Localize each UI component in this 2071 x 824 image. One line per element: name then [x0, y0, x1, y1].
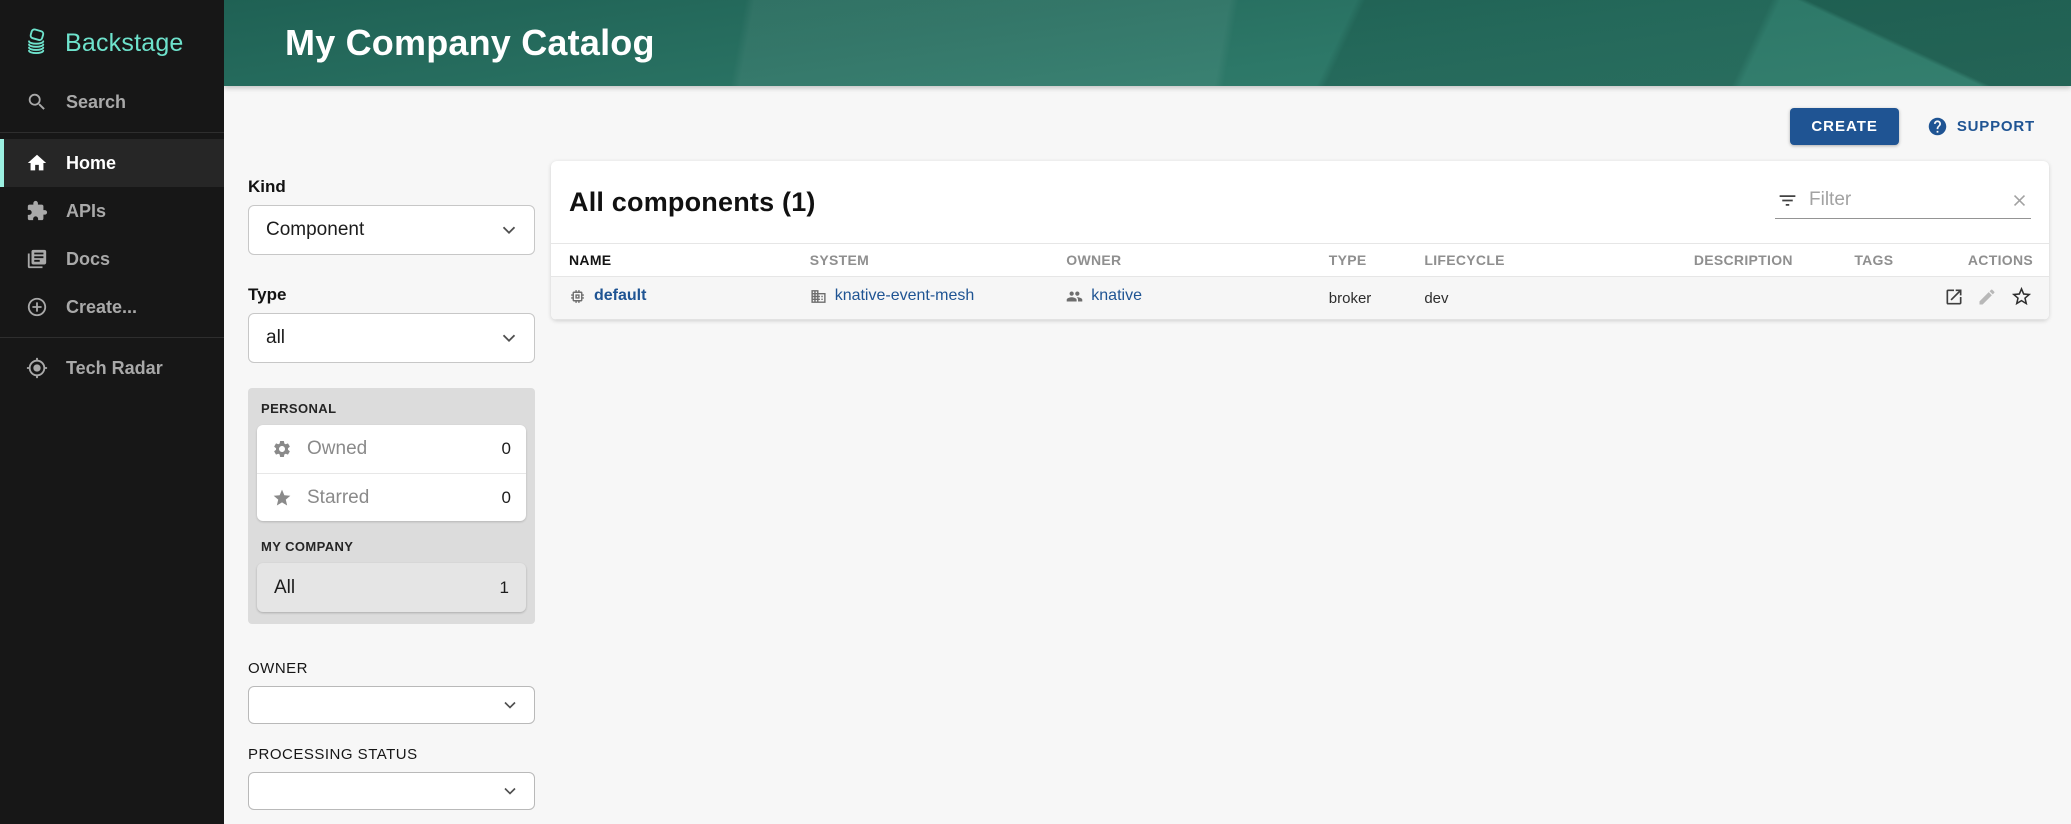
- filter-list-icon: [1777, 190, 1798, 211]
- backstage-logo[interactable]: Backstage: [0, 0, 224, 78]
- system-link-text: knative-event-mesh: [835, 287, 975, 305]
- open-in-new-icon[interactable]: [1944, 287, 1964, 307]
- type-cell: broker: [1329, 277, 1425, 320]
- sidebar-divider: [0, 132, 224, 133]
- sidebar-item-label: Home: [66, 153, 116, 174]
- help-icon: [1927, 116, 1948, 137]
- processing-status-label: PROCESSING STATUS: [248, 746, 535, 763]
- toolbar: CREATE SUPPORT: [1790, 108, 2035, 145]
- page-header: My Company Catalog: [224, 0, 2071, 86]
- star-icon: [272, 488, 292, 508]
- kind-select[interactable]: Component: [248, 205, 535, 255]
- sidebar-item-label: APIs: [66, 201, 106, 222]
- all-label: All: [274, 577, 295, 599]
- sidebar-item-label: Docs: [66, 249, 110, 270]
- company-section-title: MY COMPANY: [261, 539, 526, 554]
- sidebar-item-home[interactable]: Home: [0, 139, 224, 187]
- filters-panel: Kind Component Type all PERSONAL Owned 0: [248, 177, 535, 810]
- support-label: SUPPORT: [1957, 118, 2035, 135]
- owner-select[interactable]: [248, 686, 535, 724]
- owner-link[interactable]: knative: [1066, 287, 1142, 305]
- components-table: NAME SYSTEM OWNER TYPE LIFECYCLE DESCRIP…: [551, 243, 2049, 320]
- table-filter-field: [1775, 185, 2031, 219]
- table-title: All components (1): [569, 187, 816, 218]
- table-header-row: NAME SYSTEM OWNER TYPE LIFECYCLE DESCRIP…: [551, 244, 2049, 277]
- owner-label: OWNER: [248, 660, 535, 677]
- personal-section-title: PERSONAL: [261, 401, 526, 416]
- add-circle-icon: [26, 296, 48, 318]
- column-header-description[interactable]: DESCRIPTION: [1694, 244, 1855, 277]
- chevron-down-icon: [500, 781, 520, 801]
- sidebar-item-label: Create...: [66, 297, 137, 318]
- docs-icon: [26, 248, 48, 270]
- owned-label: Owned: [307, 438, 367, 460]
- column-header-system[interactable]: SYSTEM: [810, 244, 1067, 277]
- table-header-bar: All components (1): [551, 161, 2049, 243]
- column-header-name[interactable]: NAME: [551, 244, 810, 277]
- owned-count: 0: [502, 439, 511, 459]
- row-actions: [1944, 285, 2033, 308]
- system-link[interactable]: knative-event-mesh: [810, 287, 975, 305]
- home-icon: [26, 152, 48, 174]
- chevron-down-icon: [498, 219, 520, 241]
- component-icon: [569, 288, 586, 305]
- sidebar-item-docs[interactable]: Docs: [0, 235, 224, 283]
- table-filter-input[interactable]: [1809, 189, 1999, 211]
- chevron-down-icon: [498, 327, 520, 349]
- sidebar-item-create[interactable]: Create...: [0, 283, 224, 331]
- description-cell: [1694, 277, 1855, 320]
- owned-filter[interactable]: Owned 0: [257, 425, 526, 473]
- sidebar-item-apis[interactable]: APIs: [0, 187, 224, 235]
- chevron-down-icon: [500, 695, 520, 715]
- column-header-type[interactable]: TYPE: [1329, 244, 1425, 277]
- column-header-lifecycle[interactable]: LIFECYCLE: [1424, 244, 1693, 277]
- clear-filter-icon[interactable]: [2010, 191, 2029, 210]
- table-row: default knative-event-mesh: [551, 277, 2049, 320]
- type-value: all: [266, 327, 285, 349]
- sidebar-item-tech-radar[interactable]: Tech Radar: [0, 344, 224, 392]
- sidebar-item-search[interactable]: Search: [0, 78, 224, 126]
- kind-label: Kind: [248, 177, 535, 197]
- tags-cell: [1854, 277, 1944, 320]
- type-label: Type: [248, 285, 535, 305]
- sidebar-item-label: Tech Radar: [66, 358, 163, 379]
- all-count: 1: [500, 578, 509, 598]
- logo-wordmark: Backstage: [65, 29, 184, 58]
- kind-value: Component: [266, 219, 364, 241]
- settings-icon: [272, 439, 292, 459]
- create-button[interactable]: CREATE: [1790, 108, 1899, 145]
- type-select[interactable]: all: [248, 313, 535, 363]
- sidebar-divider: [0, 337, 224, 338]
- radar-icon: [26, 357, 48, 379]
- support-button[interactable]: SUPPORT: [1927, 116, 2035, 137]
- owner-link-text: knative: [1091, 287, 1142, 305]
- all-filter[interactable]: All 1: [257, 563, 526, 612]
- system-icon: [810, 288, 827, 305]
- processing-status-select[interactable]: [248, 772, 535, 810]
- extension-icon: [26, 200, 48, 222]
- lifecycle-cell: dev: [1424, 277, 1693, 320]
- column-header-actions: ACTIONS: [1944, 244, 2049, 277]
- sidebar: Backstage Search Home APIs Docs Create..…: [0, 0, 224, 824]
- entity-name-link[interactable]: default: [569, 287, 646, 305]
- page-title: My Company Catalog: [285, 22, 655, 64]
- backstage-logo-icon: [22, 28, 52, 58]
- personal-list: Owned 0 Starred 0: [257, 425, 526, 521]
- starred-label: Starred: [307, 487, 369, 509]
- group-icon: [1066, 288, 1083, 305]
- starred-filter[interactable]: Starred 0: [257, 473, 526, 521]
- star-outline-icon[interactable]: [2010, 285, 2033, 308]
- entity-name-text: default: [594, 287, 646, 305]
- sidebar-item-label: Search: [66, 92, 126, 113]
- column-header-owner[interactable]: OWNER: [1066, 244, 1329, 277]
- search-icon: [26, 91, 48, 113]
- user-filters-card: PERSONAL Owned 0 Starred 0 MY COMPANY Al…: [248, 388, 535, 624]
- column-header-tags[interactable]: TAGS: [1854, 244, 1944, 277]
- edit-icon[interactable]: [1977, 287, 1997, 307]
- starred-count: 0: [502, 488, 511, 508]
- catalog-table-card: All components (1) NAME SYSTEM OWNER TYP…: [551, 161, 2049, 320]
